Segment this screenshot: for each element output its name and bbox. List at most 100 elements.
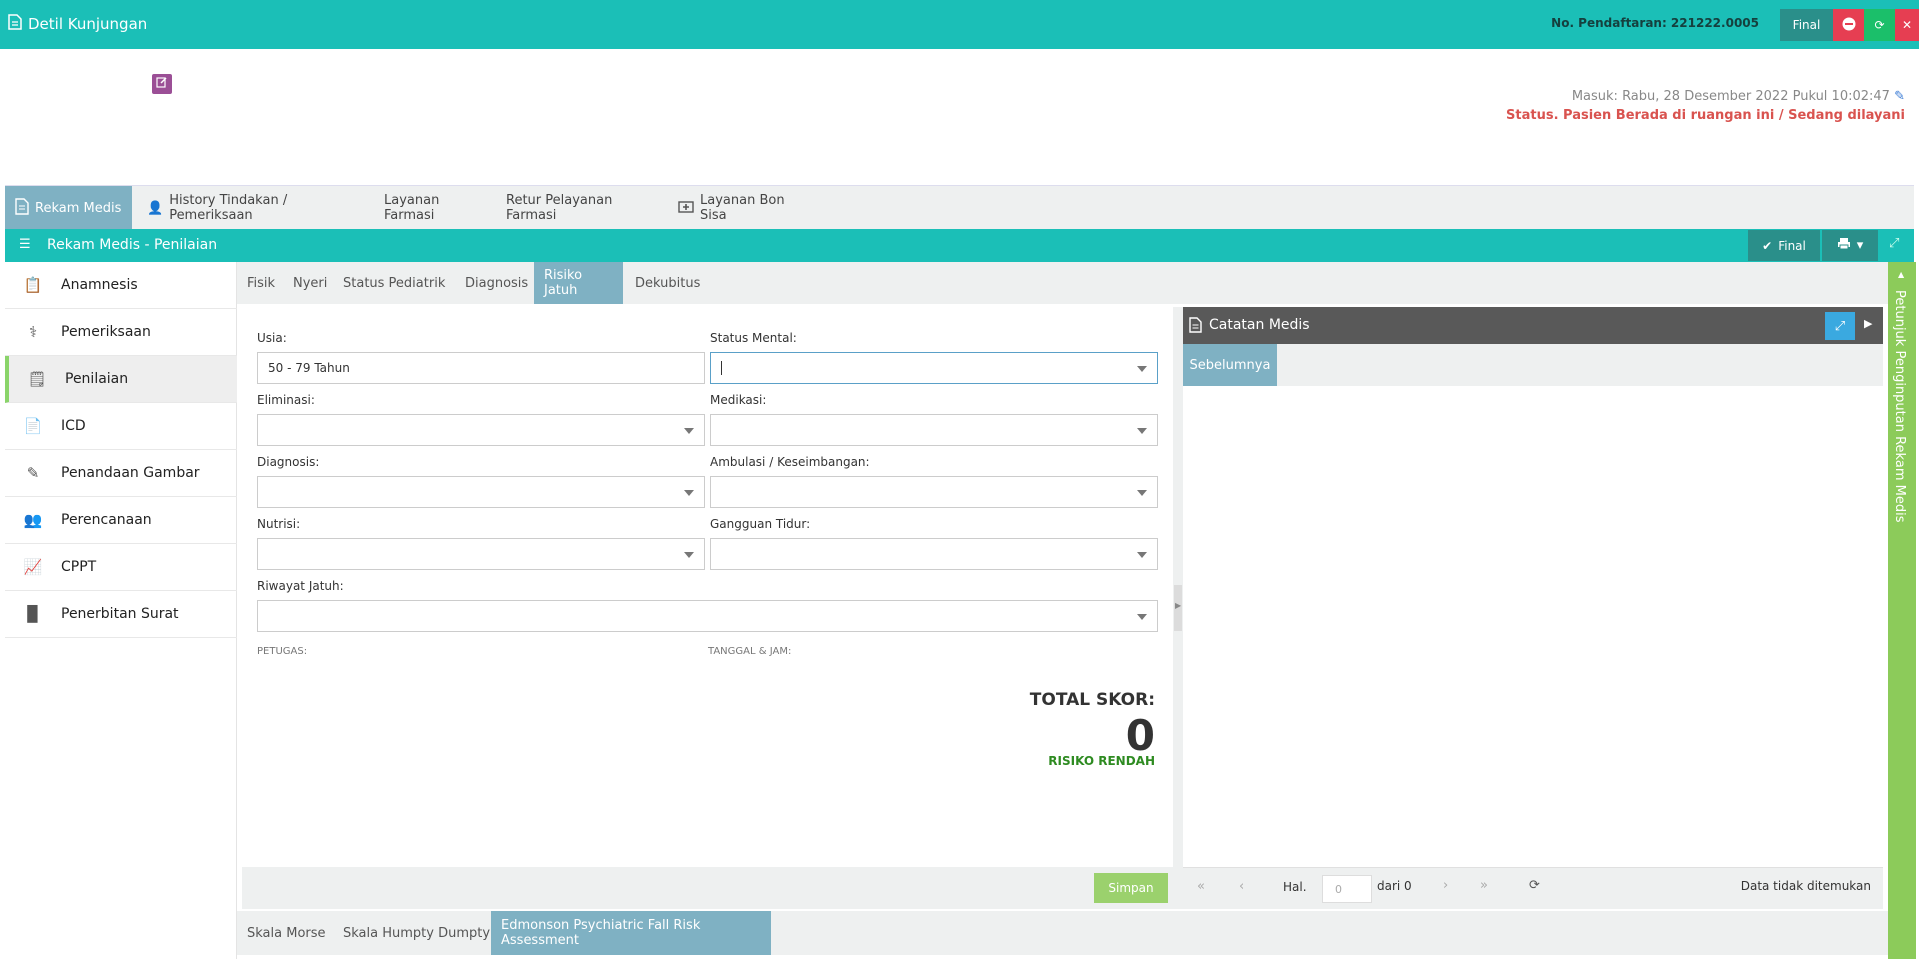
minus-circle-icon: [1842, 17, 1856, 34]
usia-label: Usia:: [257, 331, 287, 345]
nav-label: Anamnesis: [61, 277, 138, 293]
main-tabs: Rekam Medis 👤 History Tindakan / Pemerik…: [5, 185, 1914, 230]
nav-item-icd[interactable]: 📄 ICD: [5, 403, 237, 450]
nav-item-penerbitan-surat[interactable]: ▉ Penerbitan Surat: [5, 591, 237, 638]
nav-item-anamnesis[interactable]: 📋 Anamnesis: [5, 262, 237, 309]
medikasi-label: Medikasi:: [710, 393, 767, 407]
page-total: dari 0: [1377, 879, 1412, 893]
text-cursor: [721, 361, 722, 375]
chevron-up-icon: ▲: [1898, 270, 1905, 279]
guide-side-panel[interactable]: ▲ Petunjuk Penginputan Rekam Medis: [1888, 262, 1916, 959]
subtab-diagnosis[interactable]: Diagnosis: [455, 262, 538, 304]
page-label: Hal.: [1283, 880, 1307, 894]
nav-item-perencanaan[interactable]: 👥 Perencanaan: [5, 497, 237, 544]
nav-item-pemeriksaan[interactable]: ⚕ Pemeriksaan: [5, 309, 237, 356]
header-final-button[interactable]: Final: [1780, 9, 1833, 41]
nav-label: CPPT: [61, 559, 97, 575]
ambulasi-label: Ambulasi / Keseimbangan:: [710, 455, 870, 469]
document-icon: [15, 197, 29, 219]
tab-label: Layanan Bon Sisa: [700, 193, 785, 223]
petugas-label: PETUGAS:: [257, 646, 308, 657]
diagnosis-label: Diagnosis:: [257, 455, 320, 469]
total-score-title: TOTAL SKOR:: [1029, 690, 1155, 710]
chevron-down-icon: [684, 428, 694, 434]
medikasi-select[interactable]: [710, 414, 1158, 446]
close-button[interactable]: ✕: [1895, 9, 1919, 41]
left-nav: 📋 Anamnesis ⚕ Pemeriksaan 🗒 Penilaian 📄 ICD …: [5, 262, 237, 959]
tab-skala-morse[interactable]: Skala Morse: [237, 911, 336, 955]
nutrisi-label: Nutrisi:: [257, 517, 301, 531]
ambulasi-select[interactable]: [710, 476, 1158, 508]
edit-time-icon[interactable]: ✎: [1894, 89, 1905, 104]
refresh-button[interactable]: ⟳: [1864, 9, 1895, 41]
print-dropdown-button[interactable]: ▾: [1822, 230, 1878, 261]
page-input[interactable]: 0: [1322, 875, 1372, 903]
gangguan-tidur-select[interactable]: [710, 538, 1158, 570]
eliminasi-label: Eliminasi:: [257, 393, 315, 407]
stethoscope-icon: ⚕: [28, 323, 38, 341]
check-icon: ✔: [1762, 238, 1773, 253]
gangguan-tidur-label: Gangguan Tidur:: [710, 517, 811, 531]
eliminasi-select[interactable]: [257, 414, 705, 446]
splitter-handle[interactable]: ▶: [1174, 585, 1182, 631]
next-page-icon[interactable]: ›: [1443, 878, 1448, 893]
subtab-fisik[interactable]: Fisik: [237, 262, 285, 304]
panel-splitter[interactable]: ▶: [1173, 307, 1183, 909]
prev-page-icon[interactable]: ‹: [1239, 879, 1244, 894]
diagnosis-select[interactable]: [257, 476, 705, 508]
sub-tabs: Fisik Nyeri Status Pediatrik Diagnosis R…: [237, 262, 1888, 304]
nutrisi-select[interactable]: [257, 538, 705, 570]
subtab-dekubitus[interactable]: Dekubitus: [625, 262, 710, 304]
empty-data-text: Data tidak ditemukan: [1740, 879, 1871, 893]
edit-icon: ✎: [26, 464, 40, 482]
nav-label: Penilaian: [65, 371, 129, 387]
nav-label: Penerbitan Surat: [61, 606, 179, 622]
save-button[interactable]: Simpan: [1094, 873, 1168, 903]
guide-label: Petunjuk Penginputan Rekam Medis: [1892, 290, 1907, 523]
nav-label: Pemeriksaan: [61, 324, 151, 340]
tab-retur-pelayanan-farmasi[interactable]: Retur Pelayanan Farmasi: [496, 186, 668, 230]
expand-panel-button[interactable]: ⤢: [1825, 312, 1855, 340]
chevron-down-icon: [684, 552, 694, 558]
nav-label: Penandaan Gambar: [61, 465, 200, 481]
status-mental-select[interactable]: [710, 352, 1158, 384]
clipboard-icon: 📋: [23, 276, 43, 294]
tab-label: History Tindakan / Pemeriksaan: [169, 193, 288, 223]
section-final-button[interactable]: ✔ Final: [1748, 230, 1820, 261]
catatan-medis-panel: Catatan Medis ⤢ ▶ Sebelumnya « ‹ Hal. 0: [1183, 307, 1883, 909]
usia-field[interactable]: 50 - 79 Tahun: [257, 352, 705, 384]
visit-entry-text: Masuk: Rabu, 28 Desember 2022 Pukul 10:0…: [1571, 89, 1890, 104]
nav-item-penilaian[interactable]: 🗒 Penilaian: [5, 356, 237, 403]
tab-skala-humpty-dumpty[interactable]: Skala Humpty Dumpty: [333, 911, 500, 955]
tab-sebelumnya[interactable]: Sebelumnya: [1183, 344, 1277, 386]
form-footer: Simpan: [242, 867, 1173, 909]
status-mental-label: Status Mental:: [710, 331, 797, 345]
risk-form-panel: Usia: 50 - 79 Tahun Status Mental: Elimi…: [242, 307, 1173, 867]
edit-patient-button[interactable]: [152, 74, 172, 94]
subtab-status-pediatrik[interactable]: Status Pediatrik: [333, 262, 455, 304]
nav-item-cppt[interactable]: 📈 CPPT: [5, 544, 237, 591]
tanggal-jam-label: TANGGAL & JAM:: [708, 646, 792, 657]
tab-edmonson-psychiatric[interactable]: Edmonson Psychiatric Fall Risk Assessmen…: [491, 911, 771, 955]
tab-rekam-medis[interactable]: Rekam Medis: [5, 186, 132, 230]
refresh-icon[interactable]: ⟳: [1529, 878, 1540, 893]
tab-layanan-farmasi[interactable]: Layanan Farmasi: [374, 186, 496, 230]
section-header: ☰ Rekam Medis - Penilaian ✔ Final ▾ ⤢: [5, 229, 1914, 262]
medkit-icon: [678, 199, 694, 217]
top-header-bar: Detil Kunjungan No. Pendaftaran: 221222.…: [0, 0, 1919, 49]
chevron-right-icon[interactable]: ▶: [1864, 317, 1872, 330]
subtab-risiko-jatuh[interactable]: Risiko Jatuh: [534, 262, 623, 304]
menu-icon[interactable]: ☰: [19, 237, 31, 252]
first-page-icon[interactable]: «: [1197, 879, 1205, 894]
nav-item-penandaan-gambar[interactable]: ✎ Penandaan Gambar: [5, 450, 237, 497]
chevron-down-icon: [1137, 428, 1147, 434]
tab-layanan-bon-sisa[interactable]: Layanan Bon Sisa: [668, 186, 818, 230]
scale-tabs: Skala Morse Skala Humpty Dumpty Edmonson…: [237, 911, 1888, 955]
tab-history-tindakan[interactable]: 👤 History Tindakan / Pemeriksaan: [137, 186, 373, 230]
chevron-down-icon: [1137, 552, 1147, 558]
last-page-icon[interactable]: »: [1480, 878, 1488, 893]
minus-circle-button[interactable]: [1833, 9, 1864, 41]
riwayat-jatuh-select[interactable]: [257, 600, 1158, 632]
subtab-nyeri[interactable]: Nyeri: [283, 262, 337, 304]
expand-icon[interactable]: ⤢: [1889, 236, 1899, 251]
